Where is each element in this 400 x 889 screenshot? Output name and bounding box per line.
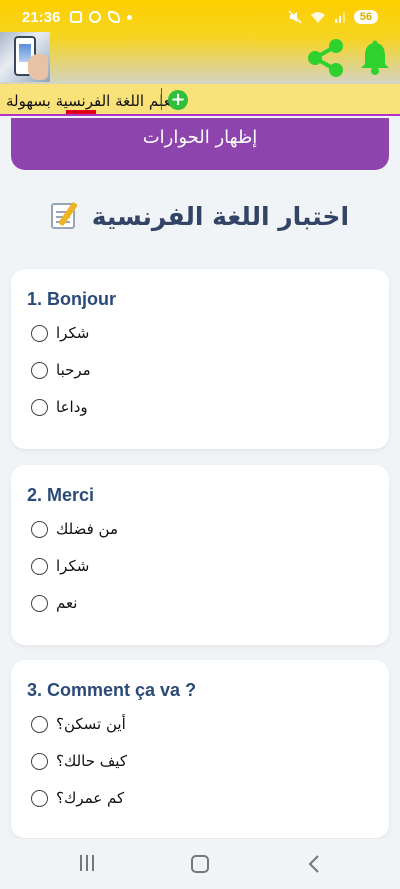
- bell-icon[interactable]: [358, 40, 392, 76]
- answer-option[interactable]: وداعا: [31, 395, 88, 419]
- highlight-marker: [66, 110, 96, 114]
- app-header: 21:36 56: [0, 0, 400, 84]
- system-nav-bar: [0, 839, 400, 889]
- more-notifications-icon: [127, 14, 133, 20]
- option-label: كم عمرك؟: [56, 789, 125, 807]
- option-label: شكرا: [56, 324, 90, 342]
- option-label: وداعا: [56, 398, 88, 416]
- option-label: كيف حالك؟: [56, 752, 127, 770]
- notification-app-icon: [70, 11, 83, 23]
- radio-button[interactable]: [31, 398, 48, 416]
- app-label-text: تعلم اللغة الفرنسية بسهولة: [6, 92, 176, 110]
- question-card-2: 2. Merci من فضلك شكرا نعم: [11, 465, 389, 645]
- notification-icons: [70, 11, 133, 23]
- question-card-1: 1. Bonjour شكرا مرحبا وداعا: [11, 269, 389, 449]
- instagram-icon: [89, 11, 102, 23]
- answer-option[interactable]: شكرا: [31, 321, 89, 345]
- question-title: 2. Merci: [27, 485, 95, 505]
- page-title-text: اختبار اللغة الفرنسية: [91, 202, 350, 231]
- show-dialogs-button[interactable]: إظهار الحوارات: [11, 118, 389, 170]
- answer-option[interactable]: كم عمرك؟: [31, 786, 124, 810]
- page-title: اختبار اللغة الفرنسية: [0, 202, 400, 231]
- app-thumbnail-image[interactable]: [0, 32, 50, 82]
- answer-option[interactable]: مرحبا: [31, 358, 91, 382]
- hand-illustration: [28, 54, 48, 80]
- radio-button[interactable]: [31, 715, 48, 733]
- answer-option[interactable]: من فضلك: [31, 517, 118, 541]
- add-icon[interactable]: +: [168, 90, 188, 110]
- option-label: شكرا: [56, 557, 90, 575]
- home-icon[interactable]: [191, 855, 209, 873]
- option-label: من فضلك: [56, 520, 119, 538]
- system-icons: 56: [288, 10, 378, 24]
- label-divider: [161, 88, 162, 110]
- share-icon[interactable]: [306, 38, 346, 78]
- mute-icon: [288, 10, 302, 24]
- status-bar: 21:36 56: [0, 0, 400, 34]
- radio-button[interactable]: [31, 557, 48, 575]
- back-icon[interactable]: [306, 854, 322, 874]
- option-label: مرحبا: [56, 361, 91, 379]
- status-time: 21:36: [22, 8, 61, 26]
- recent-apps-icon[interactable]: [80, 855, 98, 873]
- answer-option[interactable]: كيف حالك؟: [31, 749, 127, 773]
- radio-button[interactable]: [31, 789, 48, 807]
- option-label: أين تسكن؟: [56, 715, 126, 733]
- radio-button[interactable]: [31, 752, 48, 770]
- leaf-icon: [108, 11, 121, 23]
- answer-option[interactable]: أين تسكن؟: [31, 712, 126, 736]
- signal-icon: [334, 12, 345, 23]
- answer-option[interactable]: شكرا: [31, 554, 89, 578]
- option-label: نعم: [56, 594, 78, 612]
- radio-button[interactable]: [31, 361, 48, 379]
- wifi-icon: [310, 12, 325, 23]
- question-title: 1. Bonjour: [27, 289, 116, 309]
- question-title: 3. Comment ça va ?: [27, 680, 197, 700]
- memo-icon: [50, 203, 75, 229]
- answer-option[interactable]: نعم: [31, 591, 77, 615]
- radio-button[interactable]: [31, 594, 48, 612]
- radio-button[interactable]: [31, 520, 48, 538]
- radio-button[interactable]: [31, 324, 48, 342]
- battery-indicator: 56: [353, 10, 378, 24]
- app-label-bar: تعلم اللغة الفرنسية بسهولة +: [0, 84, 400, 116]
- question-card-3: 3. Comment ça va ? أين تسكن؟ كيف حالك؟ ك…: [11, 660, 389, 838]
